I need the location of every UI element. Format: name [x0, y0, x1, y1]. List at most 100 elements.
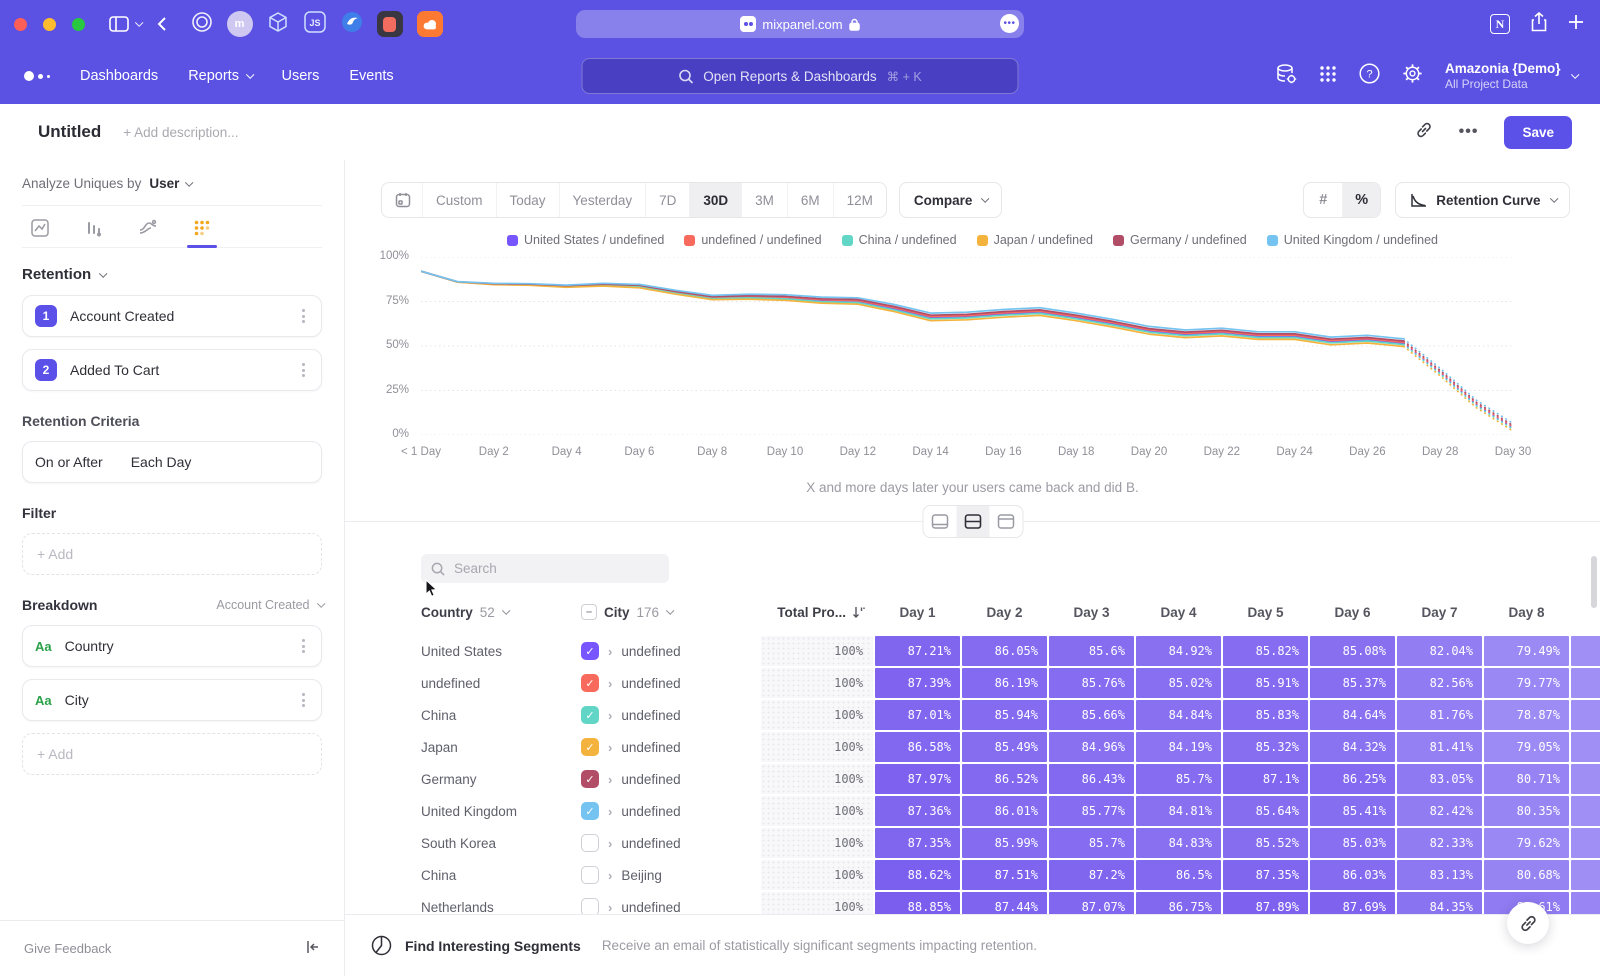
retention-section-label[interactable]: Retention	[22, 266, 322, 283]
tab-flows[interactable]	[136, 219, 160, 247]
expand-row-icon[interactable]: ›	[608, 900, 612, 915]
retention-cell-day6[interactable]: 86.03%	[1310, 860, 1395, 890]
legend-item[interactable]: Germany / undefined	[1113, 233, 1247, 247]
js-extension-icon[interactable]: JS	[303, 10, 327, 39]
retention-cell-day1[interactable]: 87.36%	[875, 796, 960, 826]
view-mode-split-button[interactable]	[956, 506, 989, 537]
legend-item[interactable]: United States / undefined	[507, 233, 664, 247]
expand-row-icon[interactable]: ›	[608, 836, 612, 851]
legend-item[interactable]: Japan / undefined	[977, 233, 1093, 247]
retention-cell-day5[interactable]: 85.83%	[1223, 700, 1308, 730]
retention-cell-day4[interactable]: 84.92%	[1136, 636, 1221, 666]
soundcloud-extension-icon[interactable]	[417, 11, 443, 37]
help-icon[interactable]: ?	[1359, 63, 1380, 89]
settings-gear-icon[interactable]	[1402, 63, 1423, 89]
retention-cell-day1[interactable]: 86.58%	[875, 732, 960, 762]
filter-add-button[interactable]: + Add	[22, 533, 322, 575]
tab-insights[interactable]	[28, 219, 52, 247]
vertical-scrollbar[interactable]	[1591, 556, 1597, 608]
retention-cell-day8[interactable]: 80.71%	[1484, 764, 1569, 794]
retention-cell-day6[interactable]: 85.37%	[1310, 668, 1395, 698]
retention-cell-day4[interactable]: 84.19%	[1136, 732, 1221, 762]
report-description-placeholder[interactable]: + Add description...	[123, 125, 238, 140]
apps-grid-icon[interactable]	[1319, 65, 1337, 88]
cube-extension-icon[interactable]	[267, 11, 289, 38]
retention-cell-day8[interactable]: 79.77%	[1484, 668, 1569, 698]
range-6m[interactable]: 6M	[787, 183, 833, 217]
save-button[interactable]: Save	[1504, 116, 1572, 149]
retention-cell-day5[interactable]: 85.91%	[1223, 668, 1308, 698]
legend-item[interactable]: China / undefined	[842, 233, 957, 247]
retention-cell-day7[interactable]: 82.56%	[1397, 668, 1482, 698]
retention-cell-day3[interactable]: 86.43%	[1049, 764, 1134, 794]
data-management-icon[interactable]	[1275, 63, 1297, 90]
expand-row-icon[interactable]: ›	[608, 772, 612, 787]
retention-cell-day6[interactable]: 85.41%	[1310, 796, 1395, 826]
retention-cell-day3[interactable]: 85.66%	[1049, 700, 1134, 730]
row-checkbox[interactable]: ✓	[581, 674, 599, 692]
nav-item-users[interactable]: Users	[281, 68, 319, 84]
share-link-fab[interactable]	[1507, 902, 1549, 944]
breakdown-scope-dropdown[interactable]: Account Created	[216, 598, 322, 612]
back-button[interactable]	[157, 16, 167, 32]
calendar-icon[interactable]	[382, 192, 422, 208]
window-close-button[interactable]	[14, 18, 27, 31]
retention-step-2[interactable]: 2 Added To Cart	[22, 349, 322, 391]
day-column-header-1[interactable]: Day 1	[875, 605, 960, 620]
retention-cell-day5[interactable]: 85.32%	[1223, 732, 1308, 762]
address-bar[interactable]: mixpanel.com •••	[576, 10, 1024, 38]
day-column-header-4[interactable]: Day 4	[1136, 605, 1221, 620]
retention-cell-day3[interactable]: 85.76%	[1049, 668, 1134, 698]
expand-row-icon[interactable]: ›	[608, 740, 612, 755]
retention-cell-day5[interactable]: 87.1%	[1223, 764, 1308, 794]
retention-cell-day8[interactable]: 78.87%	[1484, 700, 1569, 730]
retention-cell-day5[interactable]: 87.35%	[1223, 860, 1308, 890]
view-mode-table-button[interactable]	[989, 506, 1022, 537]
row-checkbox[interactable]: ✓	[581, 706, 599, 724]
breakdown-add-button[interactable]: + Add	[22, 733, 322, 775]
new-tab-icon[interactable]	[1568, 14, 1584, 35]
segments-footer-title[interactable]: Find Interesting Segments	[405, 938, 581, 954]
table-search-input[interactable]: Search	[421, 554, 669, 583]
retention-cell-day3[interactable]: 84.96%	[1049, 732, 1134, 762]
analyze-value-dropdown[interactable]: User	[149, 176, 191, 191]
m-avatar-extension-icon[interactable]: m	[227, 11, 253, 37]
day-column-header-8[interactable]: Day 8	[1484, 605, 1569, 620]
range-30d[interactable]: 30D	[689, 183, 741, 217]
select-all-checkbox[interactable]: –	[581, 604, 597, 620]
expand-row-icon[interactable]: ›	[608, 804, 612, 819]
retention-cell-day6[interactable]: 85.08%	[1310, 636, 1395, 666]
chart-plot-area[interactable]	[421, 257, 1513, 435]
expand-row-icon[interactable]: ›	[608, 708, 612, 723]
unit-percent-button[interactable]: %	[1342, 183, 1380, 217]
retention-cell-day7[interactable]: 82.42%	[1397, 796, 1482, 826]
window-minimize-button[interactable]	[43, 18, 56, 31]
retention-cell-day2[interactable]: 87.51%	[962, 860, 1047, 890]
retention-cell-day5[interactable]: 85.64%	[1223, 796, 1308, 826]
sidebar-toggle-icon[interactable]	[109, 16, 141, 32]
criteria-mode[interactable]: On or After	[35, 454, 103, 470]
kebab-menu-icon[interactable]	[298, 635, 309, 657]
breakdown-country[interactable]: Aa Country	[22, 625, 322, 667]
retention-cell-day5[interactable]: 85.52%	[1223, 828, 1308, 858]
retention-cell-day4[interactable]: 84.84%	[1136, 700, 1221, 730]
row-checkbox[interactable]: ✓	[581, 642, 599, 660]
retention-cell-day4[interactable]: 86.5%	[1136, 860, 1221, 890]
retention-cell-day2[interactable]: 86.52%	[962, 764, 1047, 794]
retention-cell-day1[interactable]: 87.21%	[875, 636, 960, 666]
retention-cell-day2[interactable]: 86.05%	[962, 636, 1047, 666]
range-yesterday[interactable]: Yesterday	[559, 183, 646, 217]
range-7d[interactable]: 7D	[645, 183, 689, 217]
retention-cell-day1[interactable]: 87.01%	[875, 700, 960, 730]
unit-number-button[interactable]: #	[1304, 183, 1342, 217]
day-column-header-5[interactable]: Day 5	[1223, 605, 1308, 620]
range-today[interactable]: Today	[496, 183, 559, 217]
row-checkbox[interactable]: ✓	[581, 738, 599, 756]
retention-cell-day2[interactable]: 85.99%	[962, 828, 1047, 858]
retention-cell-day2[interactable]: 85.94%	[962, 700, 1047, 730]
share-icon[interactable]	[1530, 12, 1548, 37]
report-title[interactable]: Untitled	[38, 122, 101, 142]
legend-item[interactable]: United Kingdom / undefined	[1267, 233, 1438, 247]
expand-row-icon[interactable]: ›	[608, 676, 612, 691]
retention-cell-day3[interactable]: 85.77%	[1049, 796, 1134, 826]
